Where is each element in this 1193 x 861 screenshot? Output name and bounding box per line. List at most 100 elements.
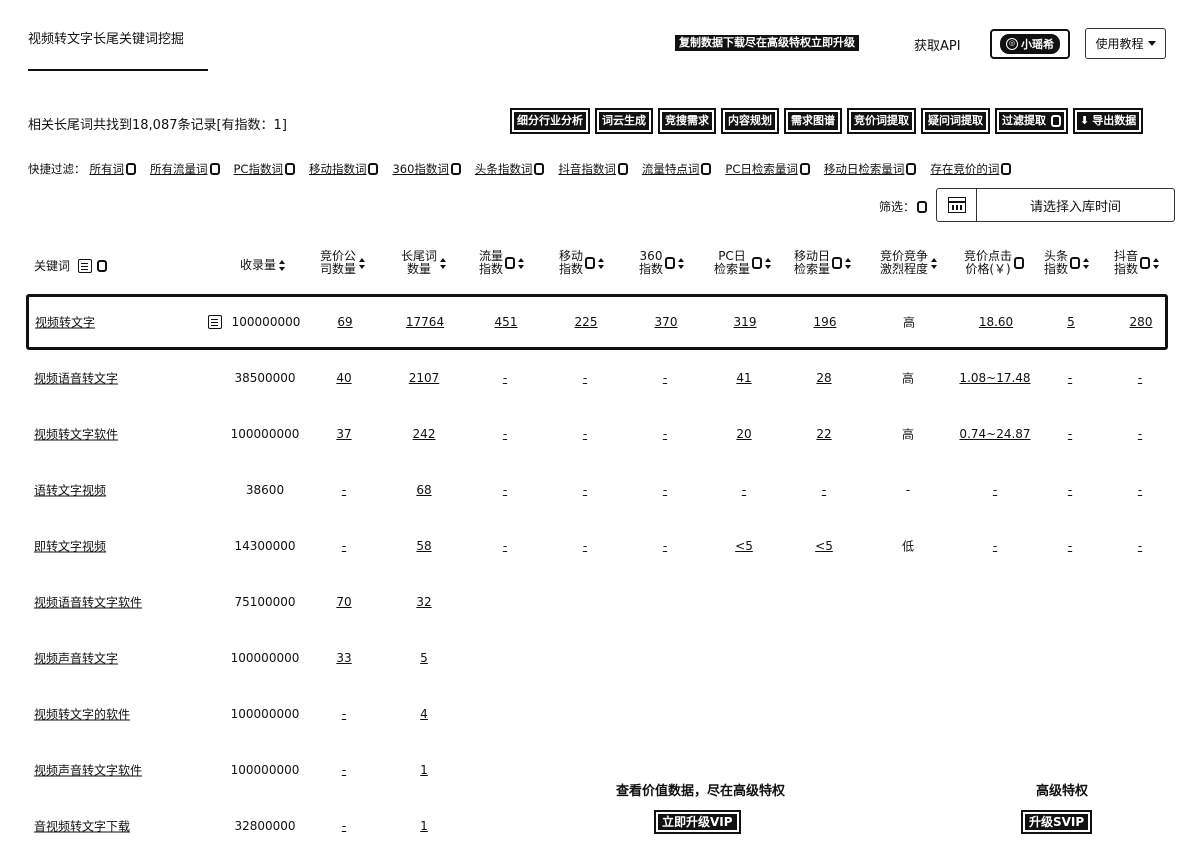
- cell-mobile[interactable]: -: [583, 371, 587, 385]
- word-cloud-button[interactable]: 词云生成: [595, 108, 653, 134]
- col-bid-companies[interactable]: 竞价公 司数量: [320, 250, 366, 276]
- cell-cpc[interactable]: 1.08~17.48: [959, 371, 1030, 385]
- keyword-link[interactable]: 视频声音转文字: [34, 650, 118, 667]
- date-picker[interactable]: 请选择入库时间: [936, 188, 1175, 222]
- col-traffic[interactable]: 流量 指数: [479, 250, 525, 276]
- qf-pc-daily[interactable]: PC日检索量词: [725, 161, 810, 177]
- cell-bid[interactable]: -: [342, 707, 346, 721]
- keyword-link[interactable]: 即转文字视频: [34, 538, 106, 555]
- cell-i360[interactable]: -: [663, 371, 667, 385]
- cell-longtail[interactable]: 32: [416, 595, 431, 609]
- cell-mobile-daily[interactable]: 28: [816, 371, 831, 385]
- cell-i360[interactable]: -: [663, 483, 667, 497]
- cell-mobile-daily[interactable]: -: [822, 483, 826, 497]
- cell-longtail[interactable]: 17764: [406, 315, 444, 329]
- cell-pc[interactable]: 41: [736, 371, 751, 385]
- keyword-link[interactable]: 视频转文字: [35, 314, 95, 331]
- filter-extract-button[interactable]: 过滤提取: [995, 108, 1068, 134]
- cell-bid[interactable]: 33: [336, 651, 351, 665]
- cell-bid[interactable]: 69: [337, 315, 352, 329]
- upgrade-svip-button[interactable]: 升级SVIP: [1021, 810, 1093, 834]
- qf-mobile-index[interactable]: 移动指数词: [309, 161, 379, 177]
- cell-traffic[interactable]: 451: [495, 315, 518, 329]
- cell-toutiao[interactable]: 5: [1067, 315, 1075, 329]
- cell-pc[interactable]: 20: [736, 427, 751, 441]
- col-keyword[interactable]: 关键词: [34, 259, 108, 273]
- qf-douyin-index[interactable]: 抖音指数词: [558, 161, 628, 177]
- cell-mobile[interactable]: -: [583, 539, 587, 553]
- qf-mobile-daily[interactable]: 移动日检索量词: [824, 161, 917, 177]
- tutorial-dropdown[interactable]: 使用教程: [1085, 28, 1166, 59]
- industry-analysis-button[interactable]: 细分行业分析: [510, 108, 590, 134]
- col-360-index[interactable]: 360 指数: [639, 250, 685, 276]
- keyword-link[interactable]: 视频语音转文字: [34, 370, 118, 387]
- cell-traffic[interactable]: -: [503, 483, 507, 497]
- qf-toutiao-index[interactable]: 头条指数词: [475, 161, 545, 177]
- cell-douyin[interactable]: -: [1138, 371, 1142, 385]
- cell-douyin[interactable]: -: [1138, 483, 1142, 497]
- cell-mobile-daily[interactable]: 196: [814, 315, 837, 329]
- col-mobile-index[interactable]: 移动 指数: [559, 250, 605, 276]
- cell-mobile[interactable]: 225: [575, 315, 598, 329]
- cell-bid[interactable]: -: [342, 819, 346, 833]
- cell-pc[interactable]: <5: [735, 539, 753, 553]
- copy-icon[interactable]: [78, 259, 93, 273]
- keyword-link[interactable]: 视频转文字软件: [34, 426, 118, 443]
- cell-pc[interactable]: -: [742, 483, 746, 497]
- cell-toutiao[interactable]: -: [1068, 371, 1072, 385]
- col-toutiao[interactable]: 头条 指数: [1044, 250, 1090, 276]
- qf-has-bid[interactable]: 存在竞价的词: [930, 161, 1012, 177]
- upgrade-vip-button[interactable]: 立即升级VIP: [654, 810, 741, 834]
- keyword-link[interactable]: 音视频转文字下载: [34, 818, 130, 835]
- cell-longtail[interactable]: 68: [416, 483, 431, 497]
- col-collected[interactable]: 收录量: [240, 259, 286, 272]
- promo-banner[interactable]: 复制数据下载尽在高级特权立即升级: [675, 35, 859, 51]
- cell-longtail[interactable]: 2107: [409, 371, 440, 385]
- keyword-link[interactable]: 视频转文字的软件: [34, 706, 130, 723]
- xiaoshui-button[interactable]: ◎ 小瑶希: [990, 29, 1070, 59]
- cell-longtail[interactable]: 4: [420, 707, 428, 721]
- content-plan-button[interactable]: 内容规划: [721, 108, 779, 134]
- get-api-link[interactable]: 获取API: [914, 35, 961, 54]
- search-demand-button[interactable]: 竞搜需求: [658, 108, 716, 134]
- demand-graph-button[interactable]: 需求图谱: [784, 108, 842, 134]
- cell-cpc[interactable]: 0.74~24.87: [959, 427, 1030, 441]
- cell-bid[interactable]: 70: [336, 595, 351, 609]
- cell-mobile[interactable]: -: [583, 483, 587, 497]
- cell-longtail[interactable]: 1: [420, 819, 428, 833]
- cell-toutiao[interactable]: -: [1068, 483, 1072, 497]
- export-button[interactable]: ⬇ 导出数据: [1073, 108, 1144, 134]
- cell-douyin[interactable]: -: [1138, 539, 1142, 553]
- question-extract-button[interactable]: 疑问词提取: [921, 108, 990, 134]
- cell-traffic[interactable]: -: [503, 427, 507, 441]
- cell-i360[interactable]: -: [663, 539, 667, 553]
- cell-toutiao[interactable]: -: [1068, 539, 1072, 553]
- qf-360-index[interactable]: 360指数词: [392, 161, 461, 177]
- qf-traffic-feature[interactable]: 流量特点词: [642, 161, 712, 177]
- cell-mobile-daily[interactable]: 22: [816, 427, 831, 441]
- cell-cpc[interactable]: -: [993, 483, 997, 497]
- col-pc-daily[interactable]: PC日 检索量: [714, 250, 772, 276]
- cell-bid[interactable]: -: [342, 539, 346, 553]
- cell-longtail[interactable]: 58: [416, 539, 431, 553]
- cell-toutiao[interactable]: -: [1068, 427, 1072, 441]
- cell-traffic[interactable]: -: [503, 539, 507, 553]
- cell-cpc[interactable]: -: [993, 539, 997, 553]
- col-douyin[interactable]: 抖音 指数: [1114, 250, 1160, 276]
- col-competition[interactable]: 竞价竞争 激烈程度: [880, 250, 938, 276]
- cell-i360[interactable]: 370: [655, 315, 678, 329]
- keyword-link[interactable]: 视频语音转文字软件: [34, 594, 142, 611]
- cell-longtail[interactable]: 5: [420, 651, 428, 665]
- cell-bid[interactable]: -: [342, 763, 346, 777]
- cell-longtail[interactable]: 242: [413, 427, 436, 441]
- col-longtail[interactable]: 长尾词 数量: [401, 250, 447, 276]
- cell-mobile[interactable]: -: [583, 427, 587, 441]
- cell-bid[interactable]: 40: [336, 371, 351, 385]
- cell-bid[interactable]: -: [342, 483, 346, 497]
- cell-pc[interactable]: 319: [734, 315, 757, 329]
- col-mobile-daily[interactable]: 移动日 检索量: [794, 250, 852, 276]
- cell-douyin[interactable]: 280: [1130, 315, 1153, 329]
- cell-longtail[interactable]: 1: [420, 763, 428, 777]
- cell-traffic[interactable]: -: [503, 371, 507, 385]
- cell-douyin[interactable]: -: [1138, 427, 1142, 441]
